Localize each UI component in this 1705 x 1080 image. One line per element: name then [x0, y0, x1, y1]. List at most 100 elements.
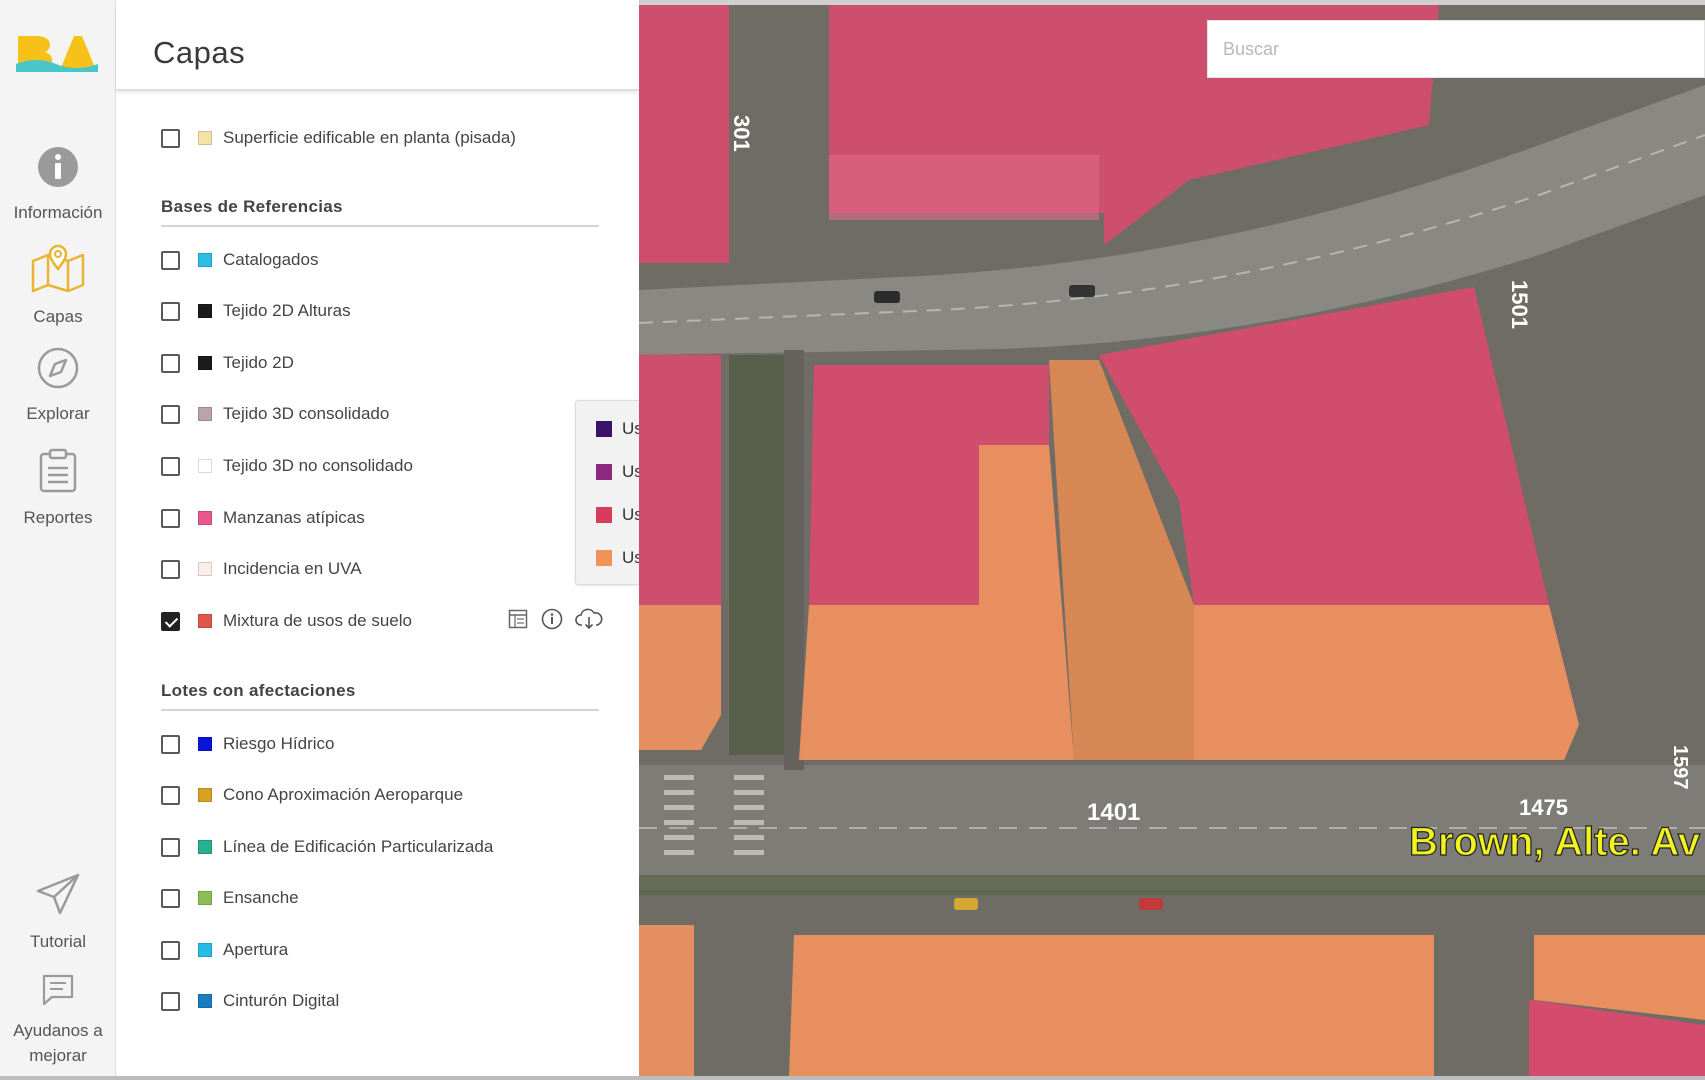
car-icon — [1069, 285, 1095, 297]
layer-row-catalogados[interactable]: Catalogados — [161, 247, 318, 273]
layer-row-apertura[interactable]: Apertura — [161, 937, 288, 963]
layer-label: Tejido 3D consolidado — [223, 404, 390, 423]
layer-row-tejido-3d-no-consolidado[interactable]: Tejido 3D no consolidado — [161, 453, 413, 479]
layer-label: Incidencia en UVA — [223, 559, 362, 578]
rail-label-tutorial: Tutorial — [29, 932, 87, 951]
layer-checkbox[interactable] — [161, 559, 180, 579]
cloud-download-icon[interactable] — [574, 607, 604, 631]
layer-checkbox[interactable] — [161, 456, 180, 476]
rail-label-informacion: Información — [13, 203, 103, 222]
layer-checkbox[interactable] — [161, 301, 180, 321]
layer-row-cinturon-digital[interactable]: Cinturón Digital — [161, 988, 339, 1014]
map-layers-icon — [0, 243, 116, 298]
rail-item-tutorial[interactable]: Tutorial — [0, 872, 116, 954]
legend-swatch — [596, 507, 612, 523]
layer-checkbox[interactable] — [161, 940, 180, 960]
layer-row-mixtura-usos[interactable]: Mixtura de usos de suelo — [161, 608, 412, 634]
layer-checkbox[interactable] — [161, 128, 180, 148]
legend-swatch — [596, 550, 612, 566]
layer-label: Riesgo Hídrico — [223, 734, 335, 753]
layer-color-swatch — [198, 788, 212, 802]
layer-color-swatch — [198, 614, 212, 628]
layer-label: Tejido 2D — [223, 353, 294, 372]
layer-checkbox[interactable] — [161, 250, 180, 270]
layer-color-swatch — [198, 511, 212, 525]
layer-row-superficie[interactable]: Superficie edificable en planta (pisada) — [161, 125, 516, 151]
car-icon — [954, 898, 978, 910]
house-number-1475: 1475 — [1519, 795, 1568, 820]
layer-row-manzanas-atipicas[interactable]: Manzanas atípicas — [161, 505, 365, 531]
search-input[interactable] — [1207, 20, 1705, 78]
layer-label: Superficie edificable en planta (pisada) — [223, 128, 516, 147]
layer-color-swatch — [198, 840, 212, 854]
layer-row-cono-aeroparque[interactable]: Cono Aproximación Aeroparque — [161, 782, 463, 808]
info-icon — [0, 145, 116, 194]
layer-checkbox[interactable] — [161, 888, 180, 908]
layer-checkbox[interactable] — [161, 734, 180, 754]
layer-checkbox[interactable] — [161, 991, 180, 1011]
rail-label-ayudanos: Ayudanos a mejorar — [13, 1021, 103, 1065]
layer-checkbox[interactable] — [161, 837, 180, 857]
feedback-icon — [0, 973, 116, 1012]
layer-checkbox[interactable] — [161, 785, 180, 805]
info-circle-icon[interactable] — [540, 607, 564, 631]
layer-row-riesgo-hidrico[interactable]: Riesgo Hídrico — [161, 731, 335, 757]
layer-label: Catalogados — [223, 250, 319, 269]
section-title-lotes: Lotes con afectaciones — [161, 681, 599, 711]
layer-row-tejido-2d-alturas[interactable]: Tejido 2D Alturas — [161, 298, 351, 324]
rail-item-capas[interactable]: Capas — [0, 243, 116, 329]
layer-checkbox[interactable] — [161, 508, 180, 528]
rail-label-capas: Capas — [33, 307, 83, 326]
layer-color-swatch — [198, 891, 212, 905]
layer-checkbox-checked[interactable] — [161, 611, 180, 631]
layer-label: Tejido 2D Alturas — [223, 301, 351, 320]
house-number-301: 301 — [729, 115, 754, 152]
map-canvas: 301 1501 1401 1475 1597 Brown, Alte. Av — [639, 5, 1705, 1076]
compass-icon — [0, 346, 116, 395]
layer-checkbox[interactable] — [161, 353, 180, 373]
layer-color-swatch — [198, 304, 212, 318]
layer-checkbox[interactable] — [161, 404, 180, 424]
layer-label: Línea de Edificación Particularizada — [223, 837, 494, 856]
layer-label: Mixtura de usos de suelo — [223, 611, 412, 630]
house-number-1501: 1501 — [1507, 280, 1532, 329]
layer-tools — [506, 607, 604, 631]
table-icon[interactable] — [506, 607, 530, 631]
rail-item-ayudanos[interactable]: Ayudanos a mejorar — [0, 973, 116, 1068]
layer-label: Apertura — [223, 940, 289, 959]
layer-label: Ensanche — [223, 888, 299, 907]
rail-item-reportes[interactable]: Reportes — [0, 448, 116, 530]
layer-label: Manzanas atípicas — [223, 508, 365, 527]
clipboard-icon — [0, 448, 116, 499]
layer-row-ensanche[interactable]: Ensanche — [161, 885, 299, 911]
layer-label: Cinturón Digital — [223, 991, 340, 1010]
layer-row-linea-edificacion[interactable]: Línea de Edificación Particularizada — [161, 834, 493, 860]
street-label: Brown, Alte. Av — [1409, 820, 1701, 864]
icon-rail: Información Capas Explorar Reportes Tuto — [0, 0, 116, 1076]
layer-color-swatch — [198, 253, 212, 267]
layer-color-swatch — [198, 994, 212, 1008]
rail-item-informacion[interactable]: Información — [0, 145, 116, 225]
layer-color-swatch — [198, 131, 212, 145]
layer-color-swatch — [198, 737, 212, 751]
rail-item-explorar[interactable]: Explorar — [0, 346, 116, 426]
layer-row-tejido-3d-consolidado[interactable]: Tejido 3D consolidado — [161, 401, 389, 427]
house-number-1401: 1401 — [1087, 799, 1140, 826]
map-view[interactable]: 301 1501 1401 1475 1597 Brown, Alte. Av — [639, 5, 1705, 1076]
panel-title: Capas — [153, 35, 246, 70]
car-icon — [874, 291, 900, 303]
panel-header: Capas — [116, 5, 639, 91]
paper-plane-icon — [0, 872, 116, 923]
layer-color-swatch — [198, 356, 212, 370]
layer-row-tejido-2d[interactable]: Tejido 2D — [161, 350, 294, 376]
layer-color-swatch — [198, 459, 212, 473]
layers-panel: Capas Superficie edificable en planta (p… — [116, 0, 688, 1076]
section-title-bases: Bases de Referencias — [161, 197, 599, 227]
rail-label-reportes: Reportes — [23, 508, 93, 527]
legend-swatch — [596, 421, 612, 437]
ba-logo[interactable] — [16, 28, 98, 78]
layer-color-swatch — [198, 407, 212, 421]
layer-label: Tejido 3D no consolidado — [223, 456, 413, 475]
layer-row-incidencia-uva[interactable]: Incidencia en UVA — [161, 556, 362, 582]
bottom-border — [0, 1076, 1705, 1080]
